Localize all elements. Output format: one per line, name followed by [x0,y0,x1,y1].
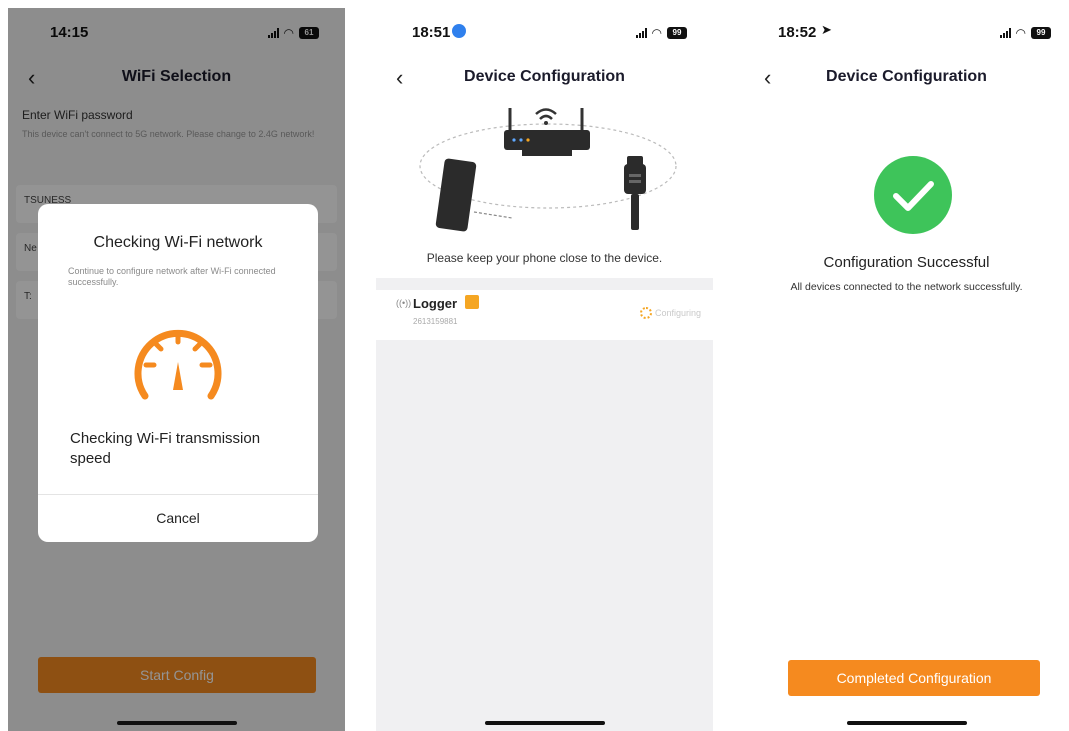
loading-spinner-icon [639,307,652,319]
nav-bar: ‹ Device Configuration [376,63,713,93]
speedometer-icon [134,329,222,400]
proximity-hint: Please keep your phone close to the devi… [426,251,663,265]
success-title: Configuration Successful [823,254,990,271]
status-bar: 18:51 ◠ 99 [376,8,713,56]
dialog-status: Checking Wi-Fi transmission speed [70,430,261,467]
status-time: 18:51 [412,24,451,41]
dialog-subtitle: Continue to configure network after Wi-F… [68,266,276,287]
signal-icon [999,28,1011,38]
location-arrow-icon: ➤ [821,22,832,37]
dialog-title: Checking Wi-Fi network [93,234,263,251]
page-title: Device Configuration [464,68,625,85]
battery-icon: 99 [1031,27,1051,39]
device-config-screen: 18:51 ◠ 99 ‹ Device Configuration Please… [376,8,713,731]
status-time: 18:52 [778,24,817,41]
status-bar: 18:52 ➤ ◠ 99 [744,8,1069,56]
success-check-icon [874,156,952,234]
checking-wifi-dialog: Checking Wi-Fi network Continue to confi… [38,204,318,542]
cancel-button[interactable]: Cancel [38,495,318,542]
signal-icon [635,28,647,38]
router-phone-logger-illustration [419,108,677,232]
device-name: Logger [413,296,458,311]
wifi-selection-screen: 14:15 ◠ 61 ‹ WiFi Selection Enter WiFi p… [8,8,345,731]
home-indicator [116,721,237,725]
wifi-icon: ◠ [651,26,662,40]
device-list-item[interactable]: ((•)) Logger 2613159881 Configuring [376,290,713,340]
battery-icon: 99 [667,27,687,39]
device-list-area [376,278,713,731]
antenna-icon: ((•)) [396,298,412,308]
device-serial: 2613159881 [413,317,458,326]
phone-icon [435,158,513,232]
config-success-screen: 18:52 ➤ ◠ 99 ‹ Device Configuration Conf… [744,8,1069,731]
router-icon [504,108,590,156]
device-tag-icon [465,295,479,309]
config-status: Configuring [639,307,701,319]
page-title: Device Configuration [826,68,987,85]
home-indicator [484,721,605,725]
config-status-label: Configuring [654,308,701,318]
logger-stick-icon [624,156,646,230]
completed-configuration-button[interactable]: Completed Configuration [788,660,1040,696]
home-indicator [846,721,967,725]
location-icon [452,24,466,38]
nav-bar: ‹ Device Configuration [744,63,1069,93]
success-subtitle: All devices connected to the network suc… [790,281,1023,293]
wifi-icon: ◠ [1015,26,1026,40]
